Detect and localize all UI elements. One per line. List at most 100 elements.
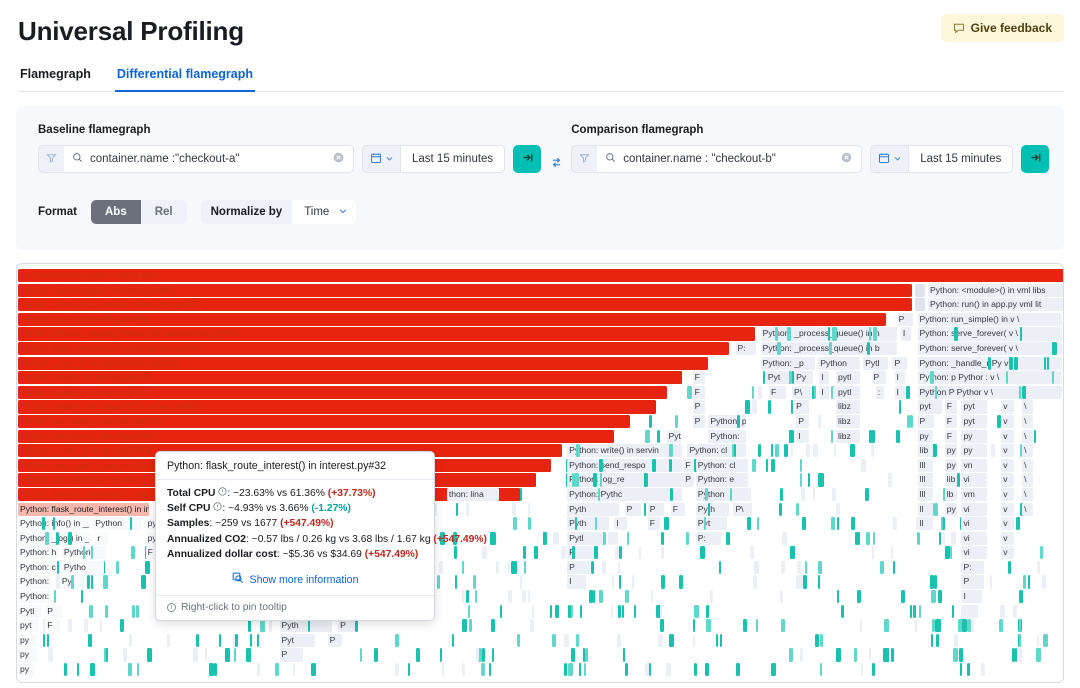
flamegraph-block[interactable] [532, 605, 534, 618]
flamegraph-block[interactable] [907, 415, 910, 428]
flamegraph-block[interactable] [797, 561, 800, 574]
flamegraph-block[interactable]: lb [945, 488, 958, 501]
flamegraph-block[interactable] [214, 663, 217, 676]
flamegraph-block[interactable] [355, 619, 358, 632]
flamegraph-block[interactable] [771, 663, 776, 676]
flamegraph-block[interactable] [834, 444, 836, 457]
flamegraph-block[interactable] [132, 605, 135, 618]
flamegraph-block[interactable]: : [876, 386, 884, 399]
flamegraph-block[interactable] [1036, 648, 1041, 661]
flamegraph-block[interactable] [686, 532, 689, 545]
flamegraph-block[interactable] [747, 517, 751, 530]
flamegraph-block[interactable]: libz [836, 400, 860, 413]
flamegraph-block[interactable] [576, 444, 580, 457]
flamegraph-block[interactable]: Python: send_respo [567, 459, 682, 472]
flamegraph-block[interactable] [167, 634, 169, 647]
flamegraph-block[interactable] [693, 619, 695, 632]
flamegraph-block[interactable] [652, 459, 656, 472]
flamegraph-block[interactable] [395, 663, 398, 676]
flamegraph-block[interactable] [950, 546, 952, 559]
flamegraph-block[interactable]: pyt [918, 400, 942, 413]
flamegraph-block[interactable]: Pytl [18, 605, 41, 618]
flamegraph-block[interactable]: lib [945, 473, 958, 486]
flamegraph-block[interactable] [861, 459, 865, 472]
flamegraph-block[interactable] [754, 561, 759, 574]
flamegraph-block[interactable]: \ [1022, 503, 1032, 516]
flamegraph-block[interactable] [632, 575, 634, 588]
flamegraph-block[interactable] [857, 590, 862, 603]
tab-flamegraph[interactable]: Flamegraph [18, 67, 93, 92]
flamegraph-block[interactable] [869, 648, 871, 661]
flamegraph-block[interactable] [68, 619, 72, 632]
flamegraph-block[interactable] [64, 663, 68, 676]
flamegraph-block[interactable] [666, 663, 671, 676]
flamegraph-block[interactable] [100, 619, 102, 632]
baseline-search-box[interactable]: container.name :"checkout-a" [64, 145, 354, 173]
flamegraph-block[interactable] [789, 430, 794, 443]
flamegraph-block[interactable] [771, 459, 775, 472]
flamegraph-block[interactable]: v [1001, 503, 1014, 516]
flamegraph-block[interactable] [775, 444, 780, 457]
flamegraph-block[interactable] [710, 590, 713, 603]
flamegraph-block[interactable] [103, 575, 108, 588]
flamegraph-block[interactable] [745, 400, 750, 413]
flamegraph-block[interactable]: P: [736, 342, 757, 355]
flamegraph-block[interactable]: F [945, 430, 958, 443]
flamegraph-block[interactable] [873, 327, 877, 340]
flamegraph-block[interactable] [395, 634, 398, 647]
flamegraph-block[interactable]: Python [696, 488, 748, 501]
flamegraph-block[interactable] [670, 488, 673, 501]
flamegraph-block[interactable] [561, 546, 565, 559]
flamegraph-block[interactable] [752, 459, 756, 472]
flamegraph-block[interactable]: Python [93, 517, 141, 530]
flamegraph-block[interactable]: P [796, 415, 809, 428]
flamegraph-block[interactable] [57, 561, 60, 574]
flamegraph-block[interactable] [517, 634, 521, 647]
flamegraph-block[interactable] [580, 605, 582, 618]
flamegraph-block[interactable]: ll [918, 503, 934, 516]
flamegraph-block[interactable] [589, 590, 593, 603]
flamegraph-block[interactable] [600, 473, 602, 486]
flamegraph-block[interactable]: P [625, 503, 642, 516]
flamegraph-block[interactable]: py [18, 648, 37, 661]
flamegraph-block[interactable] [818, 415, 821, 428]
flamegraph-block[interactable]: lll [918, 473, 934, 486]
flamegraph-block[interactable]: lib [918, 444, 934, 457]
flamegraph-block[interactable] [752, 400, 757, 413]
flamegraph-block[interactable] [68, 532, 72, 545]
flamegraph-block[interactable]: Python: l [18, 575, 51, 588]
flamegraph-block[interactable]: \ [1022, 459, 1032, 472]
flamegraph-block[interactable] [219, 634, 222, 647]
flamegraph-block[interactable]: F [945, 415, 958, 428]
flamegraph-block[interactable] [91, 546, 93, 559]
flamegraph-block[interactable] [787, 327, 791, 340]
show-more-information-link[interactable]: Show more information [167, 572, 423, 587]
flamegraph-block[interactable] [1052, 342, 1057, 355]
flamegraph-block[interactable] [791, 444, 793, 457]
flamegraph-block[interactable] [522, 590, 526, 603]
flamegraph-block[interactable] [815, 634, 820, 647]
flamegraph-block[interactable] [269, 619, 272, 632]
flamegraph-block[interactable] [801, 488, 805, 501]
flamegraph-block[interactable] [619, 546, 622, 559]
flamegraph-block[interactable] [602, 532, 605, 545]
flamegraph-block[interactable] [475, 590, 477, 603]
flamegraph-block[interactable] [790, 546, 795, 559]
flamegraph-block[interactable] [1047, 357, 1049, 370]
flamegraph-block[interactable] [145, 561, 150, 574]
flamegraph-block[interactable] [1012, 648, 1015, 661]
flamegraph-block[interactable]: Python: handle_one_request() in server.p… [18, 400, 656, 413]
flamegraph-block[interactable] [884, 619, 889, 632]
flamegraph-block[interactable] [934, 503, 938, 516]
flamegraph-block[interactable] [967, 619, 971, 632]
flamegraph-block[interactable]: \ [1022, 430, 1032, 443]
flamegraph-block[interactable] [81, 590, 84, 603]
flamegraph-block[interactable] [1019, 590, 1023, 603]
flamegraph-block[interactable] [800, 473, 802, 486]
flamegraph-block[interactable] [137, 663, 139, 676]
flamegraph-block[interactable] [257, 663, 260, 676]
flamegraph-block[interactable]: vi [961, 517, 986, 530]
flamegraph-block[interactable] [644, 503, 646, 516]
flamegraph-block[interactable]: Python: handle() in serving.py#363 [18, 371, 682, 384]
flamegraph-block[interactable]: Python: serve_forever( v \ [918, 342, 1062, 355]
